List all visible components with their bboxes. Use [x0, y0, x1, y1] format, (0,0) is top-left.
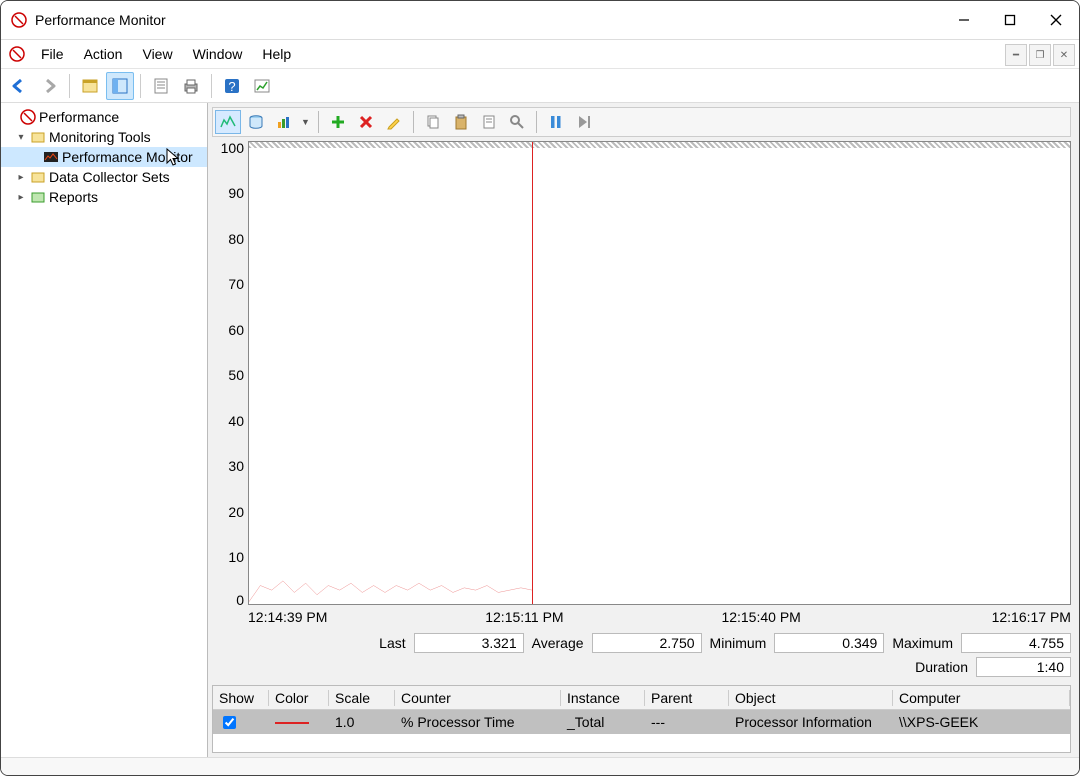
col-object[interactable]: Object	[729, 690, 893, 706]
col-color[interactable]: Color	[269, 690, 329, 706]
dropdown-arrow-icon[interactable]: ▼	[299, 117, 312, 127]
properties-button[interactable]	[147, 72, 175, 100]
title-bar: Performance Monitor	[1, 1, 1079, 39]
delete-counter-button[interactable]	[353, 110, 379, 134]
menu-window[interactable]: Window	[183, 42, 253, 66]
tree-data-collector-sets[interactable]: ▸ Data Collector Sets	[1, 167, 207, 187]
help-button[interactable]: ?	[218, 72, 246, 100]
tree-reports[interactable]: ▸ Reports	[1, 187, 207, 207]
col-computer[interactable]: Computer	[893, 690, 1070, 706]
col-parent[interactable]: Parent	[645, 690, 729, 706]
tree-root[interactable]: Performance	[1, 107, 207, 127]
forward-button[interactable]	[35, 72, 63, 100]
minimize-button[interactable]	[941, 1, 987, 39]
show-hide-tree-button[interactable]	[76, 72, 104, 100]
change-graph-type-button[interactable]	[271, 110, 297, 134]
stat-last: 3.321	[414, 633, 524, 653]
menu-action[interactable]: Action	[74, 42, 133, 66]
menu-file[interactable]: File	[31, 42, 74, 66]
tree-pane: Performance ▾ Monitoring Tools Performan…	[1, 103, 208, 757]
col-counter[interactable]: Counter	[395, 690, 561, 706]
highlight-counter-button[interactable]	[381, 110, 407, 134]
view-log-file-button[interactable]	[243, 110, 269, 134]
chevron-right-icon[interactable]: ▸	[15, 192, 27, 203]
col-instance[interactable]: Instance	[561, 690, 645, 706]
stats-row-1: Last 3.321 Average 2.750 Minimum 0.349 M…	[248, 633, 1071, 653]
stat-average: 2.750	[592, 633, 702, 653]
stat-minimum: 0.349	[774, 633, 884, 653]
stat-maximum: 4.755	[961, 633, 1071, 653]
zoom-button[interactable]	[504, 110, 530, 134]
status-bar	[1, 757, 1079, 775]
chevron-down-icon[interactable]: ▾	[15, 132, 27, 143]
counter-show-checkbox[interactable]	[223, 716, 236, 729]
view-current-activity-button[interactable]	[215, 110, 241, 134]
chart-plot[interactable]	[248, 141, 1071, 605]
cursor-icon	[166, 148, 182, 168]
stat-duration: 1:40	[976, 657, 1071, 677]
counter-row[interactable]: 1.0 % Processor Time _Total --- Processo…	[213, 710, 1070, 734]
x-axis: 12:14:39 PM 12:15:11 PM 12:15:40 PM 12:1…	[248, 609, 1071, 625]
menu-app-icon	[9, 46, 25, 62]
svg-text:?: ?	[228, 79, 235, 94]
main-toolbar: ?	[1, 69, 1079, 103]
print-button[interactable]	[177, 72, 205, 100]
mdi-close-button[interactable]: ✕	[1053, 44, 1075, 66]
update-data-button[interactable]	[571, 110, 597, 134]
chevron-right-icon[interactable]: ▸	[15, 172, 27, 183]
menu-bar: File Action View Window Help ━ ❐ ✕	[1, 39, 1079, 69]
col-show[interactable]: Show	[213, 690, 269, 706]
counter-color-swatch	[275, 722, 309, 724]
app-icon	[11, 12, 27, 28]
add-counter-button[interactable]	[325, 110, 351, 134]
chart-properties-button[interactable]	[476, 110, 502, 134]
copy-properties-button[interactable]	[420, 110, 446, 134]
tree-monitoring-tools[interactable]: ▾ Monitoring Tools	[1, 127, 207, 147]
back-button[interactable]	[5, 72, 33, 100]
maximize-button[interactable]	[987, 1, 1033, 39]
chart-toolbar: ▼	[212, 107, 1071, 137]
freeze-display-button[interactable]	[543, 110, 569, 134]
right-pane: ▼ 100 90 80 70 60	[208, 103, 1079, 757]
menu-help[interactable]: Help	[252, 42, 301, 66]
mdi-restore-button[interactable]: ❐	[1029, 44, 1051, 66]
col-scale[interactable]: Scale	[329, 690, 395, 706]
mdi-minimize-button[interactable]: ━	[1005, 44, 1027, 66]
window-title: Performance Monitor	[35, 12, 166, 28]
show-hide-action-pane-button[interactable]	[106, 72, 134, 100]
y-axis: 100 90 80 70 60 50 40 30 20 10 0	[212, 141, 248, 605]
menu-view[interactable]: View	[132, 42, 182, 66]
close-button[interactable]	[1033, 1, 1079, 39]
tree-root-label: Performance	[39, 109, 119, 125]
stats-row-2: Duration 1:40	[248, 657, 1071, 677]
counter-table: Show Color Scale Counter Instance Parent…	[212, 685, 1071, 753]
view-log-data-button[interactable]	[248, 72, 276, 100]
paste-counter-list-button[interactable]	[448, 110, 474, 134]
